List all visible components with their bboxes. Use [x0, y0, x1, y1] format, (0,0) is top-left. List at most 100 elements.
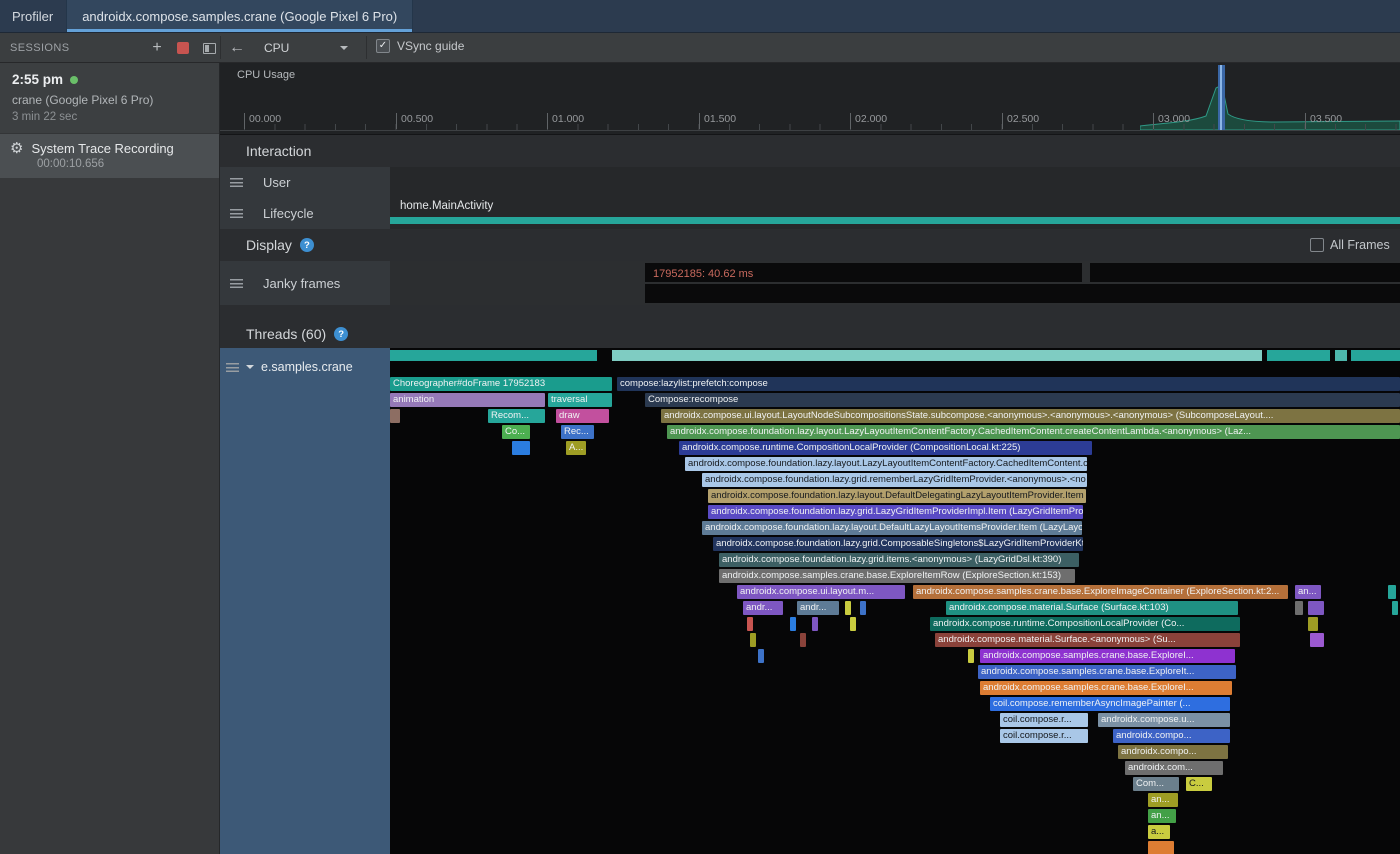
trace-span[interactable]: androidx.compose.samples.crane.base.Expl… — [980, 649, 1235, 663]
thread-row-main[interactable]: e.samples.crane — [226, 360, 384, 374]
trace-span[interactable]: an... — [1148, 793, 1178, 807]
trace-span[interactable] — [850, 617, 856, 631]
trace-span[interactable]: androidx.compose.foundation.lazy.grid.La… — [708, 505, 1083, 519]
help-icon[interactable]: ? — [334, 327, 348, 341]
trace-span[interactable] — [790, 617, 796, 631]
section-display[interactable]: Display ? All Frames — [220, 229, 1400, 261]
track-label-lifecycle[interactable]: Lifecycle — [220, 197, 390, 229]
user-track[interactable] — [390, 167, 1400, 197]
trace-span[interactable] — [800, 633, 806, 647]
trace-span[interactable]: androidx.com... — [1125, 761, 1223, 775]
trace-span[interactable]: androidx.compo... — [1113, 729, 1230, 743]
trace-span[interactable] — [1388, 585, 1396, 599]
trace-span[interactable]: Com... — [1133, 777, 1179, 791]
trace-span[interactable]: animation — [390, 393, 545, 407]
trace-span[interactable]: androidx.compose.ui.layout.m... — [737, 585, 905, 599]
thread-state-segment[interactable] — [1351, 350, 1400, 361]
lifecycle-track[interactable]: home.MainActivity — [390, 197, 1400, 229]
trace-span[interactable]: A... — [566, 441, 586, 455]
drag-handle-icon[interactable] — [230, 279, 243, 288]
trace-span[interactable] — [758, 649, 764, 663]
trace-span[interactable]: Choreographer#doFrame 17952183 — [390, 377, 612, 391]
drag-handle-icon[interactable] — [226, 363, 239, 372]
trace-span[interactable] — [860, 601, 866, 615]
flame-chart[interactable]: Choreographer#doFrame 17952183 compose:la… — [390, 348, 1400, 854]
trace-span[interactable]: androidx.compose.ui.layout.LayoutNodeSub… — [661, 409, 1400, 423]
back-button[interactable]: ← — [226, 37, 248, 59]
track-label-janky-frames[interactable]: Janky frames — [220, 261, 390, 305]
trace-span[interactable] — [845, 601, 851, 615]
thread-state-segment[interactable] — [1335, 350, 1347, 361]
profiler-mode-select[interactable]: CPU — [254, 36, 358, 60]
trace-span[interactable]: C... — [1186, 777, 1212, 791]
trace-span[interactable] — [1308, 617, 1318, 631]
trace-span[interactable]: androidx.compose.foundation.lazy.layout.… — [702, 521, 1082, 535]
trace-span[interactable] — [1295, 601, 1303, 615]
all-frames-checkbox[interactable]: All Frames — [1310, 238, 1390, 252]
session-tab[interactable]: androidx.compose.samples.crane (Google P… — [66, 0, 413, 32]
trace-span[interactable]: androidx.compose.foundation.lazy.layout.… — [708, 489, 1086, 503]
trace-span[interactable] — [1310, 633, 1324, 647]
trace-span[interactable] — [968, 649, 974, 663]
trace-span[interactable]: coil.compose.r... — [1000, 713, 1088, 727]
trace-span[interactable]: androidx.compose.u... — [1098, 713, 1230, 727]
trace-span[interactable]: androidx.compose.foundation.lazy.layout.… — [685, 457, 1087, 471]
session-entry[interactable]: 2:55 pm crane (Google Pixel 6 Pro) 3 min… — [0, 63, 219, 133]
trace-span[interactable]: coil.compose.r... — [1000, 729, 1088, 743]
trace-span[interactable]: androidx.compose.foundation.lazy.grid.it… — [719, 553, 1079, 567]
thread-state-segment[interactable] — [1267, 350, 1330, 361]
trace-span[interactable]: an... — [1148, 809, 1176, 823]
lifecycle-event-bar[interactable] — [390, 217, 1400, 224]
trace-span[interactable]: androidx.compose.samples.crane.base.Expl… — [978, 665, 1236, 679]
trace-recording-item[interactable]: ⚙ System Trace Recording 00:00:10.656 — [0, 133, 219, 178]
trace-span[interactable]: androidx.compose.samples.crane.base.Expl… — [980, 681, 1232, 695]
trace-span[interactable] — [747, 617, 753, 631]
trace-span[interactable]: androidx.compose.samples.crane.base.Expl… — [913, 585, 1288, 599]
trace-span[interactable]: Rec... — [561, 425, 594, 439]
trace-span[interactable]: andr... — [797, 601, 839, 615]
trace-span[interactable]: a... — [1148, 825, 1170, 839]
trace-span[interactable]: an... — [1295, 585, 1321, 599]
vsync-guide-checkbox[interactable]: ✓ VSync guide — [376, 39, 464, 53]
trace-span[interactable] — [1392, 601, 1398, 615]
trace-span[interactable]: coil.compose.rememberAsyncImagePainter (… — [990, 697, 1230, 711]
trace-span[interactable]: traversal — [548, 393, 612, 407]
trace-span[interactable]: Co... — [502, 425, 530, 439]
help-icon[interactable]: ? — [300, 238, 314, 252]
add-session-button[interactable]: + — [146, 37, 168, 59]
thread-state-segment[interactable] — [390, 350, 597, 361]
trace-span[interactable]: compose:lazylist:prefetch:compose — [617, 377, 1400, 391]
trace-span[interactable] — [512, 441, 530, 455]
trace-span[interactable]: Recom... — [488, 409, 545, 423]
trace-span[interactable] — [1308, 601, 1324, 615]
thread-state-segment[interactable] — [612, 350, 1262, 361]
trace-span[interactable] — [1148, 841, 1174, 854]
trace-span[interactable] — [390, 409, 400, 423]
trace-span[interactable]: androidx.compose.runtime.CompositionLoca… — [930, 617, 1240, 631]
trace-span[interactable]: androidx.compose.foundation.lazy.grid.Co… — [713, 537, 1083, 551]
trace-span[interactable]: androidx.compose.foundation.lazy.layout.… — [667, 425, 1400, 439]
frame-bar[interactable] — [1090, 263, 1400, 282]
collapse-panel-button[interactable] — [198, 37, 220, 59]
drag-handle-icon[interactable] — [230, 178, 243, 187]
trace-span[interactable]: androidx.compose.material.Surface.<anony… — [935, 633, 1240, 647]
trace-span[interactable]: andr... — [743, 601, 783, 615]
stop-recording-button[interactable] — [172, 37, 194, 59]
time-ruler[interactable]: 00.00000.50001.00001.50002.00002.50003.0… — [220, 63, 1400, 134]
expand-caret-icon[interactable] — [246, 365, 254, 373]
track-label-user[interactable]: User — [220, 167, 390, 197]
janky-frames-track[interactable]: 17952185: 40.62 ms — [390, 261, 1400, 305]
trace-span[interactable]: androidx.compose.foundation.lazy.grid.re… — [702, 473, 1087, 487]
section-threads[interactable]: Threads (60) ? — [220, 320, 1400, 348]
trace-span[interactable]: androidx.compo... — [1118, 745, 1228, 759]
trace-span[interactable]: draw — [556, 409, 609, 423]
cpu-usage-track[interactable]: CPU Usage 00.00000.50001.00001.50002.000… — [220, 63, 1400, 135]
trace-span[interactable]: androidx.compose.material.Surface (Surfa… — [946, 601, 1238, 615]
trace-span[interactable]: Compose:recompose — [645, 393, 1400, 407]
section-interaction[interactable]: Interaction — [220, 135, 1400, 167]
trace-span[interactable] — [812, 617, 818, 631]
trace-span[interactable]: androidx.compose.samples.crane.base.Expl… — [719, 569, 1075, 583]
drag-handle-icon[interactable] — [230, 209, 243, 218]
frame-bar[interactable] — [645, 284, 1400, 303]
trace-span[interactable] — [750, 633, 756, 647]
